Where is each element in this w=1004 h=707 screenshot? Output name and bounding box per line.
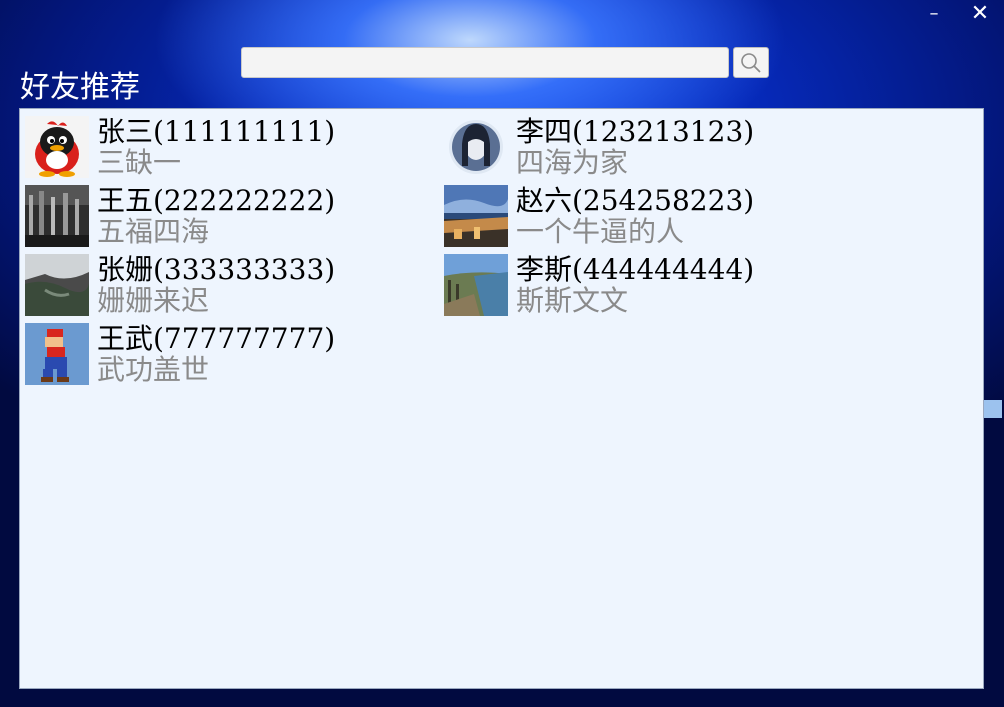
city-night-avatar: [444, 185, 508, 247]
friend-list-panel[interactable]: 张三(111111111) 三缺一 李四(123213123) 四海为家 王五(…: [19, 108, 984, 689]
scrollbar-thumb[interactable]: [984, 400, 1002, 418]
friend-card[interactable]: 赵六(254258223) 一个牛逼的人: [444, 185, 844, 249]
friend-name: 张三(111111111): [97, 115, 336, 148]
friend-card[interactable]: 张姗(333333333) 姗姗来迟: [25, 254, 425, 318]
friend-name: 王五(222222222): [97, 184, 336, 217]
friend-motto: 一个牛逼的人: [516, 215, 685, 248]
friend-motto: 武功盖世: [97, 353, 210, 386]
friend-card[interactable]: 王武(777777777) 武功盖世: [25, 323, 425, 387]
friend-card[interactable]: 张三(111111111) 三缺一: [25, 116, 425, 180]
search-button[interactable]: [733, 47, 769, 78]
friend-name: 张姗(333333333): [97, 253, 336, 286]
foggy-valley-avatar: [25, 254, 89, 316]
friend-card[interactable]: 李四(123213123) 四海为家: [444, 116, 844, 180]
mario-avatar: [25, 323, 89, 385]
friend-motto: 五福四海: [97, 215, 210, 248]
friend-card[interactable]: 李斯(444444444) 斯斯文文: [444, 254, 844, 318]
search-input[interactable]: [241, 47, 729, 78]
friend-motto: 四海为家: [516, 146, 629, 179]
search-icon: [741, 52, 761, 73]
friend-motto: 斯斯文文: [516, 284, 629, 317]
qq-penguin-avatar: [25, 116, 89, 178]
friend-card[interactable]: 王五(222222222) 五福四海: [25, 185, 425, 249]
friend-name: 赵六(254258223): [516, 184, 755, 217]
friend-motto: 三缺一: [97, 146, 182, 179]
close-button[interactable]: ✕: [962, 0, 998, 26]
dark-landscape-avatar: [25, 185, 89, 247]
friend-motto: 姗姗来迟: [97, 284, 210, 317]
friend-name: 王武(777777777): [97, 322, 336, 355]
minimize-button[interactable]: –: [916, 0, 952, 26]
girl-portrait-avatar: [444, 116, 508, 178]
friend-name: 李四(123213123): [516, 115, 755, 148]
friend-name: 李斯(444444444): [516, 253, 755, 286]
coast-landscape-avatar: [444, 254, 508, 316]
page-title: 好友推荐: [20, 70, 140, 105]
